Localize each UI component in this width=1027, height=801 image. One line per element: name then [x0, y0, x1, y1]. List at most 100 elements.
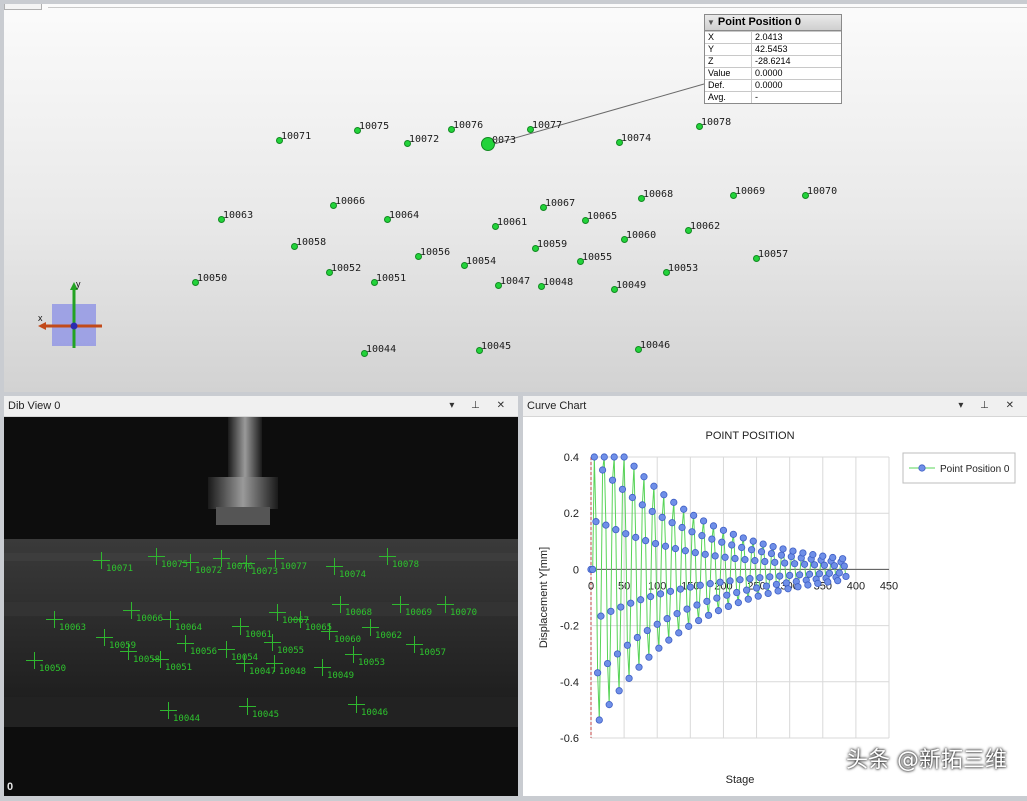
info-panel-title: Point Position 0	[717, 16, 802, 28]
curve-chart-titlebar: Curve Chart ▾ ⊥ ✕	[523, 396, 1027, 417]
data-point	[747, 546, 756, 554]
data-point	[776, 572, 784, 580]
data-point	[704, 611, 713, 619]
data-point	[635, 663, 643, 671]
dib-marker-label: 10049	[327, 671, 355, 681]
data-point	[686, 583, 694, 591]
info-row: Def. 0.0000	[705, 79, 841, 92]
data-point	[746, 575, 754, 583]
scene-point-label: 10063	[223, 210, 254, 221]
collapse-triangle-icon[interactable]: ▼	[707, 16, 715, 29]
data-point	[714, 607, 723, 615]
data-point	[661, 542, 670, 550]
data-point	[764, 589, 772, 598]
dib-marker-label: 10072	[195, 566, 223, 576]
data-point	[835, 569, 843, 577]
scene-point-label: 10049	[616, 280, 647, 291]
data-point	[723, 591, 731, 599]
data-point	[834, 577, 842, 585]
data-point	[622, 530, 630, 538]
data-point	[708, 535, 716, 543]
data-point	[623, 641, 632, 649]
info-leader-line	[493, 83, 705, 145]
data-point	[706, 580, 714, 588]
data-point	[795, 571, 804, 579]
y-tick-label: 0.2	[564, 508, 579, 520]
data-point	[607, 607, 615, 615]
data-point	[680, 505, 688, 513]
data-point	[598, 466, 607, 474]
scene-point-label: 10075	[359, 121, 390, 132]
dib-marker-label: 10073	[251, 567, 279, 577]
data-point	[647, 593, 655, 601]
data-point	[749, 537, 757, 545]
data-point	[640, 473, 648, 481]
scene-point-label: 10059	[537, 239, 568, 250]
data-point	[658, 513, 666, 522]
data-point	[653, 620, 661, 628]
data-point	[683, 605, 691, 613]
dib-marker-label: 10071	[106, 564, 134, 574]
data-point	[820, 561, 829, 569]
info-row: Value 0.0000	[705, 67, 841, 80]
scene-point-label: 10053	[668, 263, 699, 274]
dib-view-window-controls[interactable]: ▾ ⊥ ✕	[449, 396, 512, 416]
dib-marker-label: 10050	[39, 664, 67, 674]
scene-point-label: 10064	[389, 210, 420, 221]
info-value: 0.0000	[751, 79, 841, 92]
dib-image-view[interactable]: 10071 10075 10072 10076 10073 10077 10074 10078…	[4, 417, 518, 796]
info-value: 2.0413	[751, 31, 841, 44]
curve-chart-window-controls[interactable]: ▾ ⊥ ✕	[958, 396, 1021, 416]
data-point	[759, 540, 767, 548]
data-point	[663, 615, 671, 623]
scene-point-label: 10047	[500, 276, 531, 287]
data-point	[721, 553, 729, 561]
data-point	[592, 518, 600, 526]
data-point	[769, 543, 777, 551]
data-point	[762, 582, 771, 590]
data-point	[676, 585, 684, 593]
data-point	[695, 616, 703, 625]
y-tick-label: 0.4	[564, 452, 579, 464]
scene-point-label: 10072	[409, 134, 440, 145]
data-point	[799, 549, 807, 557]
scene-point-label: 10060	[626, 230, 657, 241]
3d-scene-viewport[interactable]: 10071 10075 10072 10076 0073 10077 10074 10078 1…	[4, 4, 1027, 392]
info-value: 42.5453	[751, 43, 841, 56]
data-point	[734, 599, 742, 607]
data-point	[733, 588, 741, 597]
data-point	[713, 594, 721, 602]
data-point	[696, 581, 704, 589]
point-info-panel[interactable]: ▼ Point Position 0 X 2.0413 Y 42.5453 Z -28.62…	[704, 14, 842, 104]
data-point	[805, 570, 814, 578]
scene-point-label: 10071	[281, 131, 312, 142]
data-point	[612, 526, 620, 534]
data-point	[656, 590, 665, 598]
data-point	[628, 493, 636, 502]
data-point	[651, 539, 660, 548]
dib-view-titlebar: Dib View 0 ▾ ⊥ ✕	[4, 396, 518, 417]
data-point	[605, 701, 613, 709]
info-key: Value	[705, 67, 752, 80]
dib-view-title: Dib View 0	[8, 400, 61, 412]
data-point	[602, 521, 610, 529]
data-point	[666, 587, 675, 595]
axis-triad-icon: y x	[34, 279, 104, 352]
data-point	[738, 543, 746, 552]
chart-title: POINT POSITION	[705, 430, 794, 442]
data-point	[731, 554, 739, 563]
data-point	[724, 602, 733, 610]
dib-marker-label: 10063	[59, 623, 87, 633]
data-point	[610, 453, 618, 461]
data-point	[804, 581, 812, 589]
data-point	[703, 597, 711, 605]
data-point	[597, 612, 605, 620]
curve-chart[interactable]: POINT POSITION05010015020025030035040045…	[523, 417, 1023, 796]
data-point	[600, 453, 608, 461]
data-point	[752, 584, 761, 592]
data-point	[743, 586, 751, 594]
data-point	[638, 501, 646, 509]
data-point	[781, 559, 789, 567]
data-point	[648, 507, 656, 516]
data-point	[678, 523, 686, 532]
